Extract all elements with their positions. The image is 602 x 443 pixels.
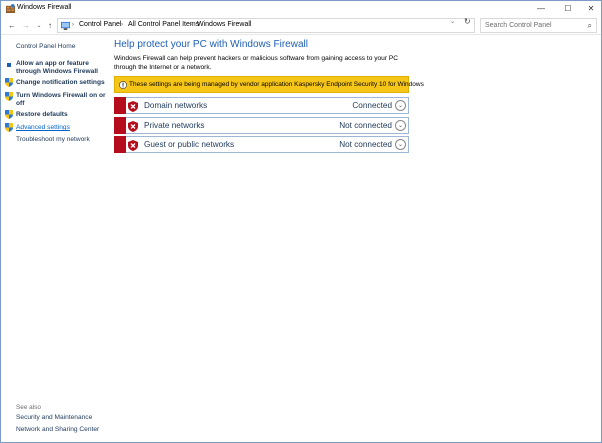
advanced-settings-label[interactable]: Advanced settings [16, 124, 70, 131]
forward-button[interactable]: → [21, 19, 31, 31]
shield-icon [5, 92, 13, 101]
shield-icon [5, 110, 13, 119]
shield-x-icon [128, 121, 138, 132]
network-status: Not connected [339, 121, 392, 130]
status-bar [114, 136, 126, 153]
back-button[interactable]: ← [7, 19, 17, 31]
breadcrumb-all-items[interactable]: All Control Panel Items [128, 21, 199, 28]
page-title: Help protect your PC with Windows Firewa… [114, 39, 308, 50]
guest-public-networks-row[interactable]: Guest or public networks Not connected ⌄ [114, 136, 409, 153]
status-bar [114, 97, 126, 114]
maximize-button[interactable]: ☐ [556, 1, 580, 16]
recent-locations-dropdown[interactable]: ⌄ [34, 19, 44, 31]
refresh-icon[interactable]: ↻ [464, 17, 471, 26]
network-name: Private networks [144, 121, 205, 130]
breadcrumb-windows-firewall[interactable]: Windows Firewall [197, 21, 251, 28]
private-networks-row[interactable]: Private networks Not connected ⌄ [114, 117, 409, 134]
breadcrumb-separator-icon: › [72, 22, 74, 28]
allow-app-link[interactable]: Allow an app or feature through Windows … [16, 60, 108, 76]
task-pane: Control Panel Home Allow an app or featu… [1, 35, 109, 440]
firewall-app-icon [6, 4, 15, 13]
network-sharing-center-link[interactable]: Network and Sharing Center [16, 426, 99, 433]
control-panel-home-link[interactable]: Control Panel Home [16, 43, 75, 50]
title-bar: Windows Firewall — ☐ ✕ [1, 1, 601, 16]
address-row: ← → ⌄ ↑ › Control Panel › All Control Pa… [1, 16, 601, 35]
firewall-window: Windows Firewall — ☐ ✕ ← → ⌄ ↑ › Control… [0, 0, 602, 443]
minimize-button[interactable]: — [529, 1, 553, 16]
network-name: Domain networks [144, 101, 208, 110]
window-title: Windows Firewall [17, 4, 72, 11]
network-status: Not connected [339, 140, 392, 149]
turn-firewall-on-off-link[interactable]: Turn Windows Firewall on or off [16, 92, 108, 108]
vendor-warning-banner: These settings are being managed by vend… [114, 76, 424, 93]
warning-icon [119, 81, 127, 89]
search-input[interactable]: Search Control Panel ⌕ [480, 18, 597, 33]
shield-x-icon [128, 101, 138, 112]
breadcrumb-separator-icon: › [190, 22, 192, 28]
security-maintenance-link[interactable]: Security and Maintenance [16, 414, 92, 421]
breadcrumb-separator-icon: › [121, 22, 123, 28]
advanced-settings-link[interactable]: Advanced settings [16, 124, 108, 132]
see-also-heading: See also [16, 404, 41, 411]
breadcrumb-control-panel[interactable]: Control Panel [79, 21, 121, 28]
shield-x-icon [128, 140, 138, 151]
domain-networks-row[interactable]: Domain networks Connected ⌄ [114, 97, 409, 114]
search-placeholder: Search Control Panel [485, 22, 552, 29]
network-status: Connected [352, 101, 392, 110]
status-bar [114, 117, 126, 134]
vendor-warning-text: These settings are being managed by vend… [129, 81, 424, 88]
search-icon[interactable]: ⌕ [588, 21, 592, 31]
shield-icon [5, 78, 13, 87]
main-content: Help protect your PC with Windows Firewa… [114, 35, 599, 440]
chevron-down-icon[interactable]: ⌄ [395, 120, 406, 131]
address-bar[interactable]: › Control Panel › All Control Panel Item… [57, 18, 475, 33]
network-name: Guest or public networks [144, 140, 235, 149]
chevron-down-icon[interactable]: ⌄ [395, 139, 406, 150]
change-notification-link[interactable]: Change notification settings [16, 79, 108, 87]
up-button[interactable]: ↑ [45, 19, 55, 31]
restore-defaults-link[interactable]: Restore defaults [16, 111, 108, 119]
shield-icon [5, 123, 13, 132]
chevron-down-icon[interactable]: ⌄ [395, 100, 406, 111]
close-button[interactable]: ✕ [579, 1, 602, 16]
address-dropdown-icon[interactable]: ⌄ [450, 18, 455, 25]
control-panel-icon [61, 21, 70, 30]
page-description: Windows Firewall can help prevent hacker… [114, 55, 399, 71]
bullet-icon [7, 63, 11, 67]
troubleshoot-network-link[interactable]: Troubleshoot my network [16, 136, 108, 144]
